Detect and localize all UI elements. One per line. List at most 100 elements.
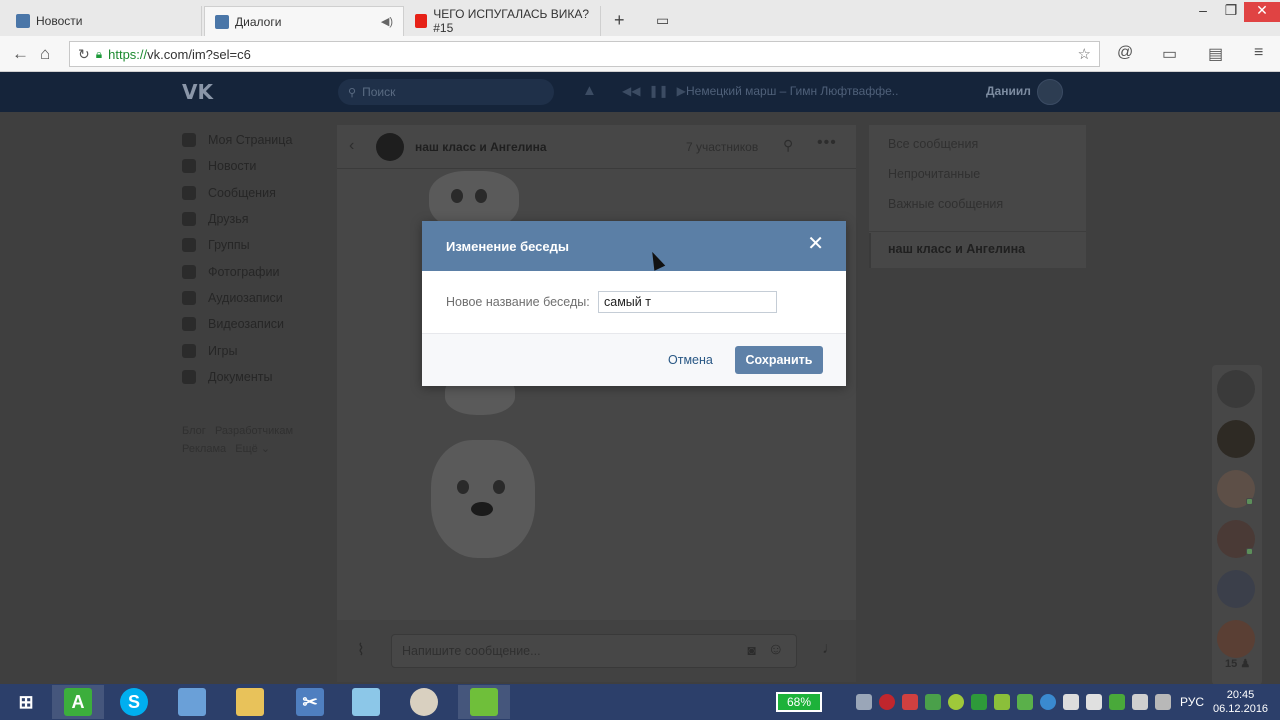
- sidebar-item-photos[interactable]: Фотографии: [182, 258, 292, 284]
- url-field[interactable]: ↻ 🔒︎ https:// vk.com/im?sel=c6 ☆: [69, 41, 1100, 67]
- tray-icon[interactable]: [902, 694, 918, 710]
- language-indicator[interactable]: РУС: [1180, 695, 1204, 709]
- tab-dialogs[interactable]: Диалоги ◀): [204, 6, 404, 36]
- tab-news[interactable]: Новости: [6, 6, 202, 36]
- reload-icon[interactable]: ↻: [78, 46, 90, 63]
- close-window-icon[interactable]: ✕: [1244, 2, 1280, 22]
- sidebar-item-friends[interactable]: Друзья: [182, 206, 292, 232]
- friend-avatar[interactable]: [1217, 620, 1255, 658]
- friend-avatar[interactable]: [1217, 570, 1255, 608]
- pause-icon[interactable]: ❚❚: [648, 84, 668, 98]
- sidebar-item-documents[interactable]: Документы: [182, 364, 292, 390]
- track-title[interactable]: Немецкий марш – Гимн Люфтваффе..: [686, 84, 898, 98]
- vk-logo[interactable]: VK: [182, 80, 213, 104]
- sidebar-item-games[interactable]: Игры: [182, 337, 292, 363]
- search-icon[interactable]: ⚲: [783, 137, 793, 154]
- sidebar-item-my-page[interactable]: Моя Страница: [182, 127, 292, 153]
- sidebar-item-label: Группы: [208, 238, 250, 253]
- speaker-icon[interactable]: ◀): [381, 15, 393, 28]
- taskbar-app-bluestacks[interactable]: [458, 685, 510, 719]
- tab-youtube[interactable]: ЧЕГО ИСПУГАЛАСЬ ВИКА? #15: [405, 6, 601, 36]
- bluestacks-tray-icon[interactable]: [994, 694, 1010, 710]
- chat-header: ‹ наш класс и Ангелина 7 участников ⚲ ••…: [337, 125, 856, 169]
- taskbar-app-skype[interactable]: S: [108, 685, 160, 719]
- start-button[interactable]: ⊞: [0, 685, 52, 719]
- restore-icon[interactable]: ❐: [1216, 2, 1246, 19]
- taskbar-app-paint[interactable]: [398, 685, 450, 719]
- chat-name-input[interactable]: [598, 291, 777, 313]
- recycle-icon[interactable]: [925, 694, 941, 710]
- footer-link-ads[interactable]: Реклама: [182, 443, 226, 455]
- taskbar-app-control[interactable]: [166, 685, 218, 719]
- friend-avatar[interactable]: [1217, 370, 1255, 408]
- camera-icon[interactable]: ◙: [748, 642, 756, 658]
- friend-avatar[interactable]: [1217, 420, 1255, 458]
- attach-icon[interactable]: ⌇: [357, 640, 365, 660]
- tray-icon[interactable]: [948, 694, 964, 710]
- music-icon: [182, 290, 196, 305]
- tab-list-icon[interactable]: ▭: [656, 12, 669, 29]
- more-icon[interactable]: •••: [817, 134, 837, 152]
- menu-all-messages[interactable]: Все сообщения: [888, 137, 978, 151]
- user-avatar[interactable]: [1037, 79, 1063, 105]
- microphone-icon[interactable]: ♩: [822, 640, 838, 658]
- menu-important[interactable]: Важные сообщения: [888, 197, 1003, 211]
- chat-avatar[interactable]: [376, 133, 404, 161]
- back-arrow-icon[interactable]: ‹: [349, 137, 354, 155]
- tray-icon[interactable]: [1040, 694, 1056, 710]
- footer-link-blog[interactable]: Блог: [182, 425, 206, 437]
- network-icon[interactable]: [1063, 694, 1079, 710]
- friends-count[interactable]: 15 ♟: [1225, 657, 1250, 670]
- sidebar-item-video[interactable]: Видеозаписи: [182, 311, 292, 337]
- taskbar-app-notepad[interactable]: [340, 685, 392, 719]
- power-icon[interactable]: [1132, 694, 1148, 710]
- taskbar-app-snipping[interactable]: ✂: [284, 685, 336, 719]
- left-menu-footer: Блог Разработчикам Реклама Ещё ⌄: [182, 422, 293, 458]
- battery-indicator[interactable]: 68%: [776, 692, 822, 712]
- chevron-down-icon: ⌄: [260, 443, 271, 455]
- taskbar-app-explorer[interactable]: [224, 685, 276, 719]
- new-tab-icon[interactable]: +: [614, 10, 625, 31]
- tray-icon[interactable]: [856, 694, 872, 710]
- chat-title[interactable]: наш класс и Ангелина: [415, 140, 547, 154]
- menu-icon[interactable]: ≡: [1254, 44, 1263, 62]
- vk-icon: [215, 14, 229, 29]
- tray-icon[interactable]: [971, 694, 987, 710]
- sticker-image: [431, 440, 535, 558]
- record-icon[interactable]: [879, 694, 895, 710]
- mail-icon[interactable]: @: [1117, 44, 1133, 62]
- save-button[interactable]: Сохранить: [735, 346, 823, 374]
- back-icon[interactable]: ←: [12, 44, 29, 64]
- previous-icon[interactable]: ◀◀: [622, 84, 640, 98]
- close-icon[interactable]: ✕: [807, 234, 824, 254]
- youtube-icon: [415, 14, 428, 28]
- smile-icon[interactable]: ☺: [768, 641, 784, 659]
- sidebar-item-groups[interactable]: Группы: [182, 232, 292, 258]
- next-icon[interactable]: ▶: [677, 84, 686, 98]
- tray-icon[interactable]: [1155, 694, 1171, 710]
- vk-search-input[interactable]: ⚲ Поиск: [338, 79, 554, 105]
- home-icon[interactable]: ⌂: [40, 44, 50, 64]
- cancel-button[interactable]: Отмена: [668, 353, 713, 367]
- menu-unread[interactable]: Непрочитанные: [888, 167, 980, 181]
- taskbar-app-android[interactable]: A: [52, 685, 104, 719]
- sidebar-item-news[interactable]: Новости: [182, 153, 292, 179]
- chat-bubble-icon[interactable]: ▭: [1162, 44, 1177, 64]
- tray-icon[interactable]: [1017, 694, 1033, 710]
- menu-active-conversation[interactable]: наш класс и Ангелина: [888, 242, 1025, 256]
- message-input[interactable]: Напишите сообщение...: [391, 634, 797, 668]
- system-clock[interactable]: 20:45 06.12.2016: [1213, 688, 1268, 716]
- sidebar-item-audio[interactable]: Аудиозаписи: [182, 285, 292, 311]
- user-name[interactable]: Даниил: [986, 84, 1031, 98]
- volume-icon[interactable]: [1086, 694, 1102, 710]
- minimize-icon[interactable]: –: [1188, 2, 1218, 18]
- footer-link-more[interactable]: Ещё: [235, 443, 258, 455]
- reader-icon[interactable]: ▤: [1208, 44, 1223, 64]
- footer-link-developers[interactable]: Разработчикам: [215, 425, 293, 437]
- chat-members-count[interactable]: 7 участников: [686, 140, 758, 154]
- sidebar-item-messages[interactable]: Сообщения: [182, 180, 292, 206]
- bell-icon[interactable]: ▲: [582, 82, 597, 99]
- bookmark-star-icon[interactable]: ☆: [1078, 45, 1091, 63]
- tray-icon[interactable]: [1109, 694, 1125, 710]
- system-tray: [856, 694, 1171, 710]
